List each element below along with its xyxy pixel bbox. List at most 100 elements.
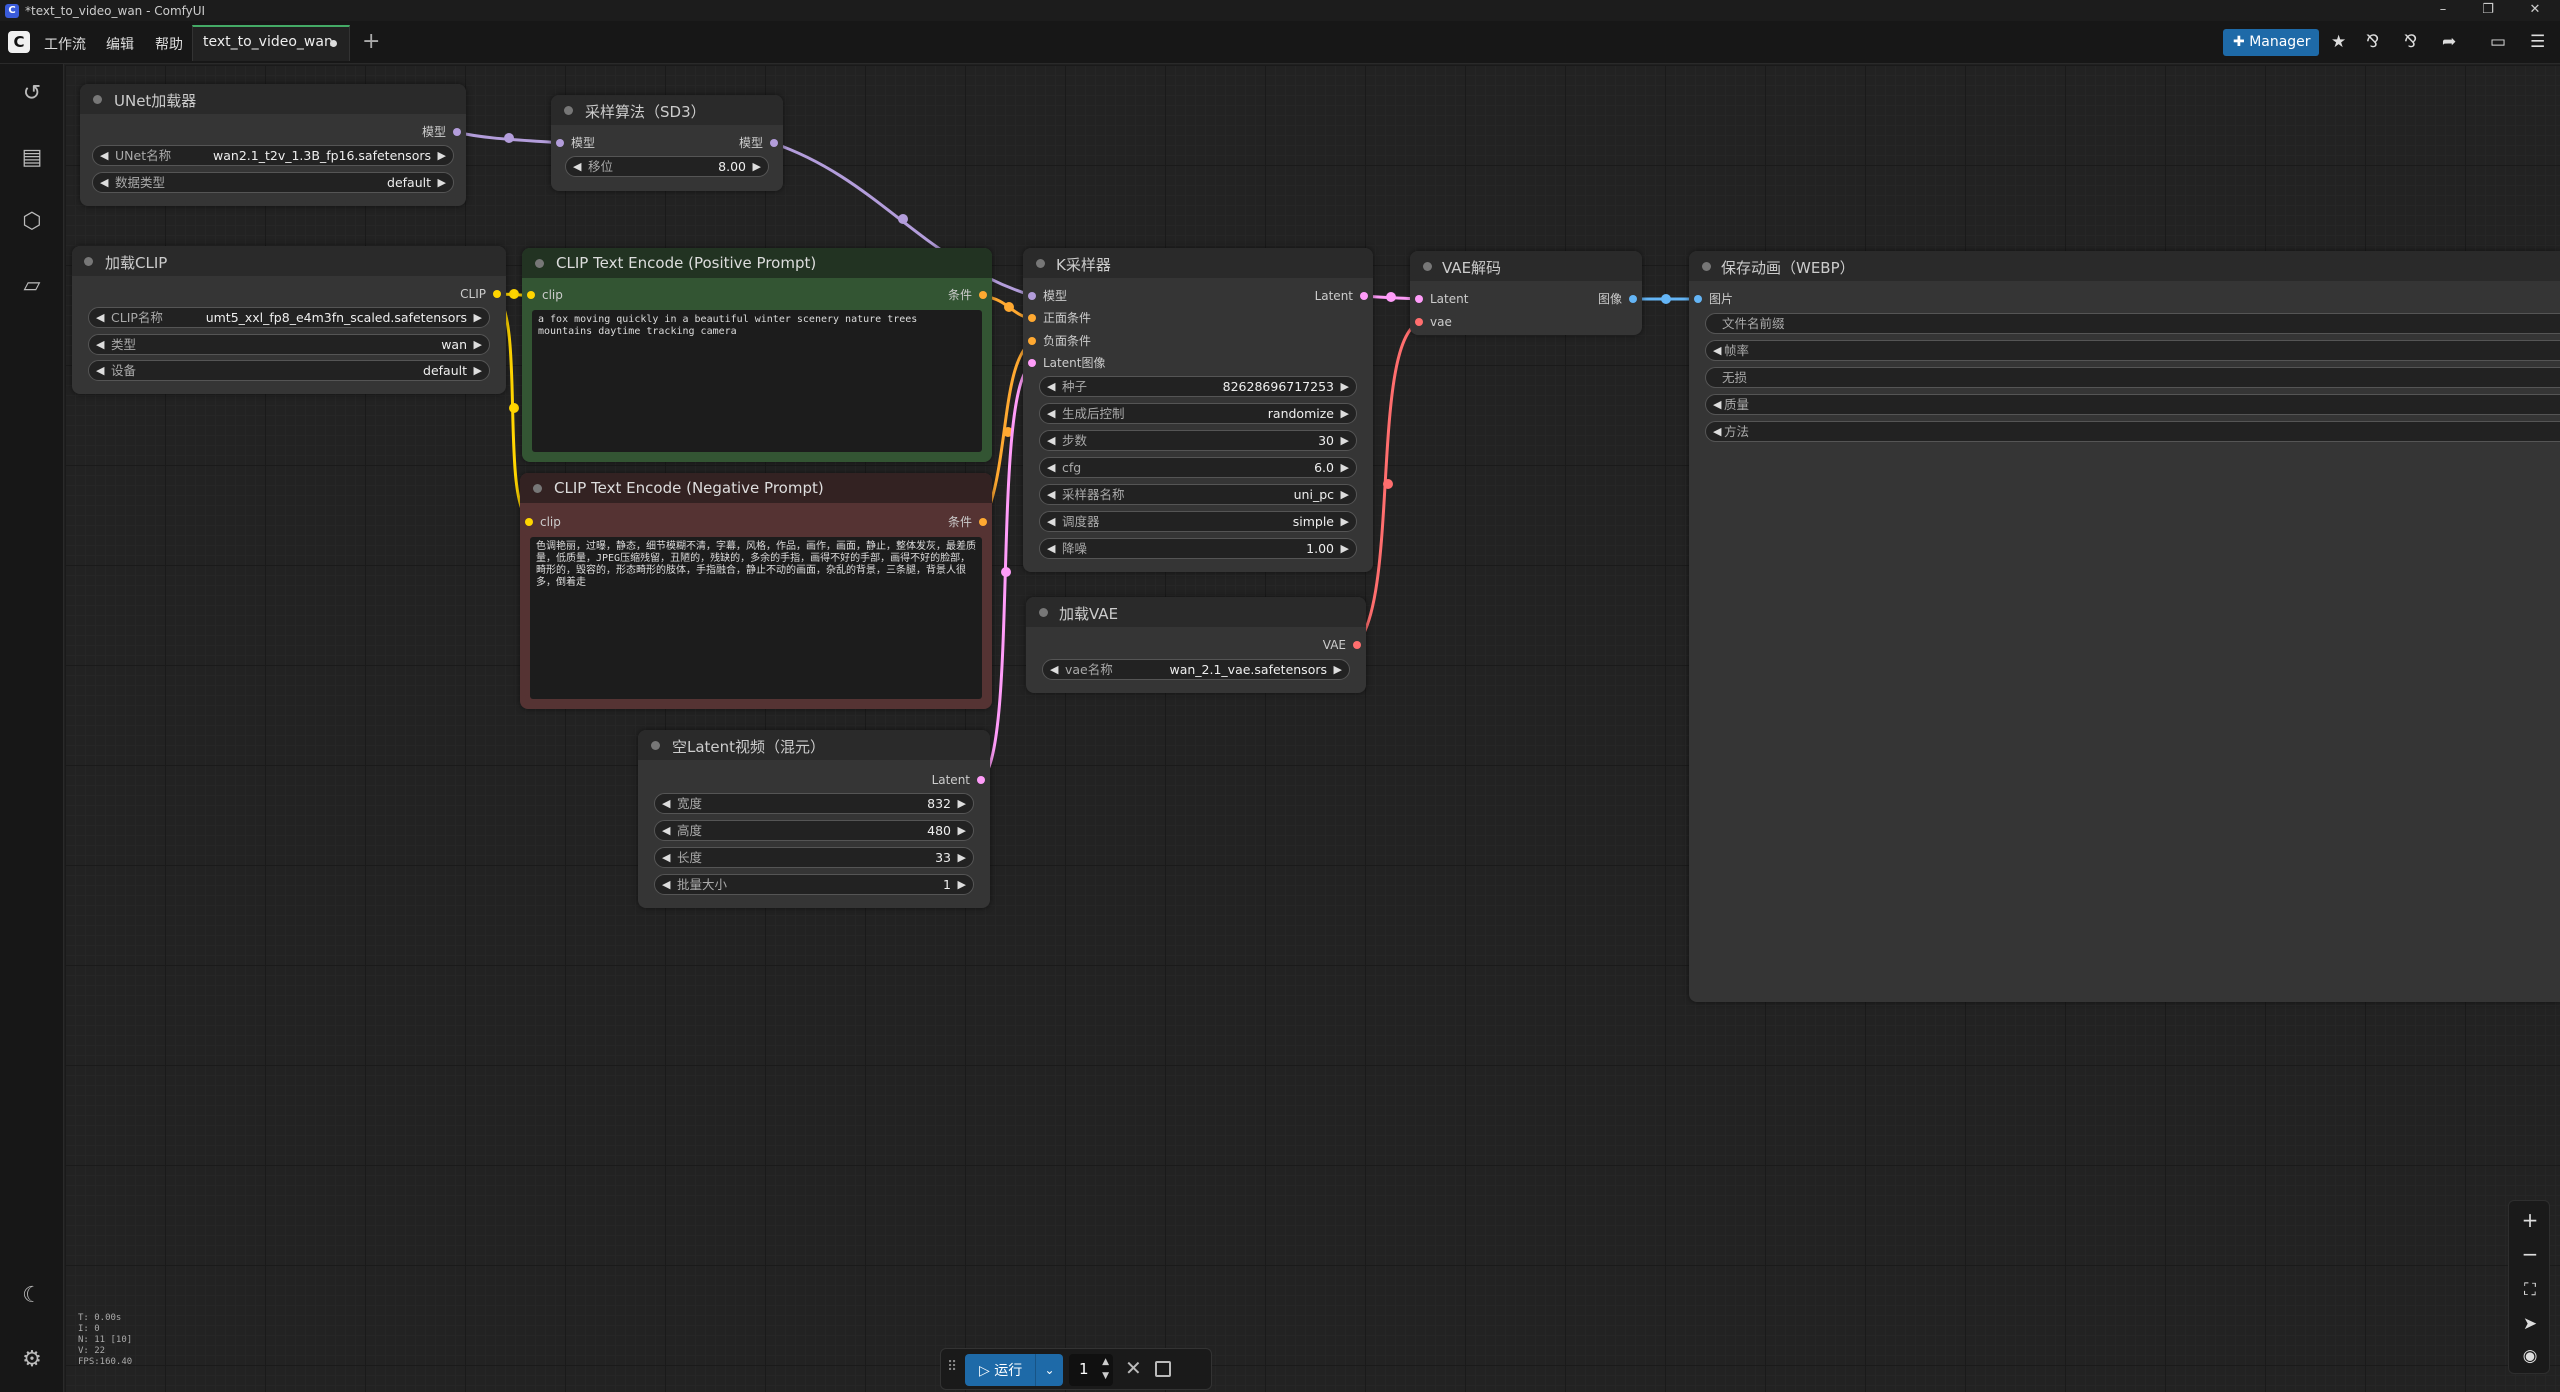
arrow-right-icon[interactable]: ▶ (1341, 539, 1349, 558)
clip-type-widget[interactable]: ◀ 类型 wan ▶ (88, 334, 490, 355)
cfg-widget[interactable]: ◀ cfg 6.0 ▶ (1039, 457, 1357, 478)
arrow-right-icon[interactable]: ▶ (958, 794, 966, 813)
node-title[interactable]: K采样器 (1023, 248, 1373, 278)
arrow-left-icon[interactable]: ◀ (1713, 341, 1721, 360)
menu-workflow[interactable]: 工作流 (44, 34, 86, 54)
chevron-down-icon[interactable]: ⌄ (1035, 1354, 1063, 1386)
arrow-left-icon[interactable]: ◀ (1050, 660, 1058, 679)
maximize-button[interactable]: ❐ (2470, 0, 2506, 21)
arrow-right-icon[interactable]: ▶ (438, 173, 446, 192)
node-sampling-sd3[interactable]: 采样算法（SD3） 模型 模型 ◀ 移位 8.00 ▶ (551, 95, 783, 191)
output-conditioning-slot[interactable]: 条件 (948, 514, 992, 530)
slot-dot-icon[interactable] (1028, 314, 1036, 322)
slot-dot-icon[interactable] (556, 139, 564, 147)
slot-dot-icon[interactable] (977, 776, 985, 784)
arrow-left-icon[interactable]: ◀ (1047, 377, 1055, 396)
vae-name-widget[interactable]: ◀ vae名称 wan_2.1_vae.safetensors ▶ (1042, 659, 1350, 680)
menu-edit[interactable]: 编辑 (106, 34, 134, 54)
history-icon[interactable]: ⅋ (2404, 32, 2417, 52)
seed-widget[interactable]: ◀ 种子 82628696717253 ▶ (1039, 376, 1357, 397)
batch-count-input[interactable]: 1 ▲ ▼ (1069, 1354, 1113, 1386)
collapse-dot-icon[interactable] (533, 484, 542, 493)
manager-button[interactable]: ✚ Manager (2223, 29, 2319, 56)
method-widget[interactable]: ◀ 方法 (1705, 421, 2560, 442)
arrow-right-icon[interactable]: ▶ (1341, 431, 1349, 450)
slot-dot-icon[interactable] (979, 291, 987, 299)
arrow-right-icon[interactable]: ▶ (474, 335, 482, 354)
arrow-right-icon[interactable]: ▶ (958, 848, 966, 867)
unsaved-dot-icon[interactable] (330, 40, 337, 47)
node-title[interactable]: UNet加载器 (80, 84, 466, 114)
arrow-right-icon[interactable]: ▶ (958, 875, 966, 894)
input-model-slot[interactable]: 模型 (1023, 288, 1067, 304)
queue-history-icon[interactable]: ↺ (16, 78, 48, 110)
hamburger-menu-icon[interactable]: ☰ (2530, 32, 2545, 52)
arrow-right-icon[interactable]: ▶ (474, 308, 482, 327)
node-unet-loader[interactable]: UNet加载器 模型 ◀ UNet名称 wan2.1_t2v_1.3B_fp16.s… (80, 84, 466, 206)
queue-icon[interactable]: ⅋ (2366, 32, 2379, 52)
dtype-widget[interactable]: ◀ 数据类型 default ▶ (92, 172, 454, 193)
node-title[interactable]: VAE解码 (1410, 251, 1642, 281)
scheduler-widget[interactable]: ◀ 调度器 simple ▶ (1039, 511, 1357, 532)
star-icon[interactable]: ★ (2331, 32, 2346, 52)
node-title[interactable]: 加载VAE (1026, 597, 1366, 627)
slot-dot-icon[interactable] (1028, 292, 1036, 300)
output-latent-slot[interactable]: Latent (1315, 288, 1373, 304)
arrow-right-icon[interactable]: ▶ (1341, 485, 1349, 504)
node-title[interactable]: 空Latent视频（混元） (638, 730, 990, 760)
stop-icon[interactable] (1155, 1361, 1171, 1377)
lossless-widget[interactable]: 无损 (1705, 367, 2560, 388)
input-latent-slot[interactable]: Latent (1410, 291, 1468, 307)
panel-toggle-icon[interactable]: ▭ (2490, 32, 2506, 52)
output-model-slot[interactable]: 模型 (739, 135, 783, 151)
zoom-in-icon[interactable]: + (2509, 1205, 2551, 1235)
slot-dot-icon[interactable] (770, 139, 778, 147)
quality-widget[interactable]: ◀ 质量 (1705, 394, 2560, 415)
input-images-slot[interactable]: 图片 (1689, 291, 1733, 307)
output-clip-slot[interactable]: CLIP (460, 286, 506, 302)
input-latent-slot[interactable]: Latent图像 (1023, 355, 1105, 371)
arrow-left-icon[interactable]: ◀ (96, 308, 104, 327)
arrow-left-icon[interactable]: ◀ (1713, 422, 1721, 441)
node-load-clip[interactable]: 加载CLIP CLIP ◀ CLIP名称 umt5_xxl_fp8_e4m3fn_s… (72, 246, 506, 394)
settings-gear-icon[interactable]: ⚙ (16, 1344, 48, 1376)
slot-dot-icon[interactable] (1353, 641, 1361, 649)
clip-name-widget[interactable]: ◀ CLIP名称 umt5_xxl_fp8_e4m3fn_scaled.safete… (88, 307, 490, 328)
width-widget[interactable]: ◀ 宽度 832 ▶ (654, 793, 974, 814)
arrow-left-icon[interactable]: ◀ (662, 848, 670, 867)
slot-dot-icon[interactable] (453, 128, 461, 136)
fps-widget[interactable]: ◀ 帧率 (1705, 340, 2560, 361)
input-clip-slot[interactable]: clip (522, 287, 563, 303)
collapse-dot-icon[interactable] (1423, 262, 1432, 271)
collapse-dot-icon[interactable] (93, 95, 102, 104)
cancel-icon[interactable]: ✕ (1125, 1356, 1142, 1380)
arrow-right-icon[interactable]: ▶ (1341, 377, 1349, 396)
input-model-slot[interactable]: 模型 (551, 135, 595, 151)
slot-dot-icon[interactable] (1028, 359, 1036, 367)
batch-size-widget[interactable]: ◀ 批量大小 1 ▶ (654, 874, 974, 895)
comfyui-logo[interactable]: C (8, 31, 30, 53)
add-tab-button[interactable]: + (362, 29, 380, 54)
arrow-left-icon[interactable]: ◀ (662, 875, 670, 894)
output-model-slot[interactable]: 模型 (422, 124, 466, 140)
model-library-icon[interactable]: ⬡ (16, 206, 48, 238)
arrow-left-icon[interactable]: ◀ (96, 361, 104, 380)
arrow-left-icon[interactable]: ◀ (573, 157, 581, 176)
output-image-slot[interactable]: 图像 (1598, 291, 1642, 307)
run-button[interactable]: ▷ 运行 ⌄ (965, 1354, 1063, 1386)
arrow-left-icon[interactable]: ◀ (1047, 404, 1055, 423)
arrow-right-icon[interactable]: ▶ (753, 157, 761, 176)
filename-prefix-widget[interactable]: 文件名前缀 (1705, 313, 2560, 334)
arrow-right-icon[interactable]: ▶ (474, 361, 482, 380)
output-latent-slot[interactable]: Latent (932, 772, 990, 788)
collapse-dot-icon[interactable] (564, 106, 573, 115)
arrow-right-icon[interactable]: ▶ (1341, 512, 1349, 531)
arrow-left-icon[interactable]: ◀ (100, 173, 108, 192)
workflow-tab[interactable]: text_to_video_wan (192, 25, 350, 61)
height-widget[interactable]: ◀ 高度 480 ▶ (654, 820, 974, 841)
fit-view-icon[interactable]: ⛶ (2509, 1275, 2551, 1305)
output-vae-slot[interactable]: VAE (1323, 637, 1366, 653)
slot-dot-icon[interactable] (1415, 295, 1423, 303)
shift-widget[interactable]: ◀ 移位 8.00 ▶ (565, 156, 769, 177)
share-icon[interactable]: ➦ (2442, 32, 2456, 52)
